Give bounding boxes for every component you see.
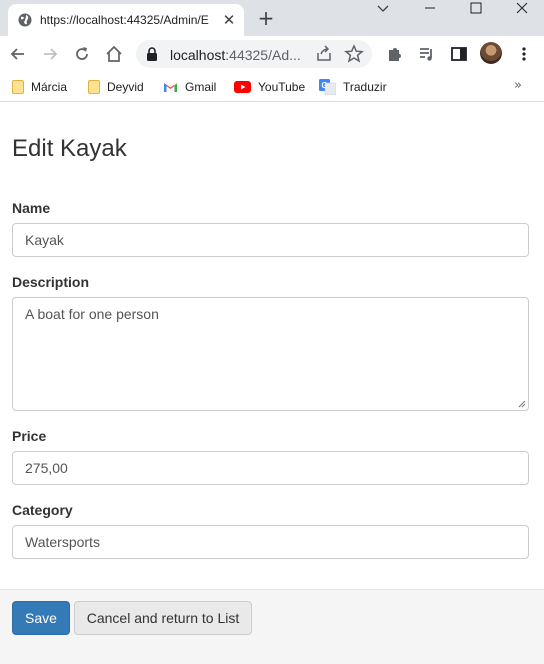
- bookmark-deyvid[interactable]: Deyvid: [88, 78, 144, 96]
- save-button[interactable]: Save: [12, 601, 70, 635]
- page-title: Edit Kayak: [12, 135, 127, 162]
- bookmark-label: Deyvid: [107, 80, 144, 94]
- bookmark-youtube[interactable]: YouTube: [234, 78, 305, 96]
- bookmark-label: Traduzir: [343, 80, 387, 94]
- maximize-icon[interactable]: [453, 0, 499, 30]
- bookmark-label: YouTube: [258, 80, 306, 94]
- reload-icon[interactable]: [72, 44, 92, 64]
- tab-close-icon[interactable]: ✕: [220, 11, 238, 29]
- side-panel-icon[interactable]: [449, 44, 469, 64]
- description-value: A boat for one person: [25, 306, 159, 322]
- url-host: localhost: [170, 47, 226, 63]
- tab-search-icon[interactable]: [360, 0, 406, 30]
- name-label: Name: [12, 200, 51, 216]
- home-icon[interactable]: [104, 44, 124, 64]
- tab-strip: https://localhost:44325/Admin/E ✕ +: [0, 0, 544, 36]
- category-value: Watersports: [25, 534, 100, 550]
- close-window-icon[interactable]: [499, 0, 544, 30]
- gmail-icon: [164, 83, 177, 92]
- bookmark-gmail[interactable]: Gmail: [163, 78, 216, 96]
- cancel-button[interactable]: Cancel and return to List: [74, 601, 252, 635]
- bookmarks-overflow-icon[interactable]: »: [514, 78, 522, 93]
- profile-avatar[interactable]: [480, 42, 502, 64]
- price-value: 275,00: [25, 460, 68, 476]
- description-textarea[interactable]: A boat for one person: [12, 297, 529, 411]
- url-path: :44325/Ad...: [225, 47, 301, 63]
- address-bar[interactable]: localhost:44325/Ad...: [136, 40, 372, 68]
- browser-toolbar: localhost:44325/Ad...: [0, 36, 544, 72]
- name-value: Kayak: [25, 232, 64, 248]
- translate-icon: G: [319, 79, 336, 95]
- forward-icon[interactable]: [40, 44, 60, 64]
- bookmark-label: Márcia: [31, 80, 68, 94]
- tab-title: https://localhost:44325/Admin/E: [40, 13, 209, 27]
- minimize-icon[interactable]: [407, 0, 453, 30]
- price-input[interactable]: 275,00: [12, 451, 529, 485]
- url-text[interactable]: localhost:44325/Ad...: [170, 47, 310, 63]
- bookmark-marcia[interactable]: Márcia: [12, 78, 67, 96]
- bookmark-traduzir[interactable]: G Traduzir: [319, 78, 387, 96]
- media-playlist-icon[interactable]: [417, 44, 437, 64]
- form-footer: Save Cancel and return to List: [0, 589, 544, 664]
- share-icon[interactable]: [314, 44, 334, 64]
- youtube-icon: [234, 81, 251, 93]
- folder-icon: [12, 80, 24, 94]
- menu-kebab-icon[interactable]: [514, 44, 534, 64]
- lock-icon[interactable]: [146, 47, 158, 61]
- new-tab-icon[interactable]: +: [255, 7, 277, 29]
- extensions-icon[interactable]: [385, 44, 405, 64]
- folder-icon: [88, 80, 100, 94]
- bookmark-star-icon[interactable]: [344, 44, 364, 64]
- browser-tab[interactable]: https://localhost:44325/Admin/E ✕: [8, 4, 244, 36]
- resize-handle-icon[interactable]: [518, 400, 526, 408]
- category-input[interactable]: Watersports: [12, 525, 529, 559]
- description-label: Description: [12, 274, 90, 290]
- bookmarks-bar: Márcia Deyvid Gmail YouTube G Traduzir »: [0, 72, 544, 102]
- bookmark-label: Gmail: [185, 80, 217, 94]
- svg-text:G: G: [321, 81, 327, 90]
- globe-icon: [18, 13, 32, 27]
- price-label: Price: [12, 428, 47, 444]
- back-icon[interactable]: [8, 44, 28, 64]
- page-content: Edit Kayak Name Kayak Description A boat…: [0, 103, 544, 664]
- category-label: Category: [12, 502, 73, 518]
- name-input[interactable]: Kayak: [12, 223, 529, 257]
